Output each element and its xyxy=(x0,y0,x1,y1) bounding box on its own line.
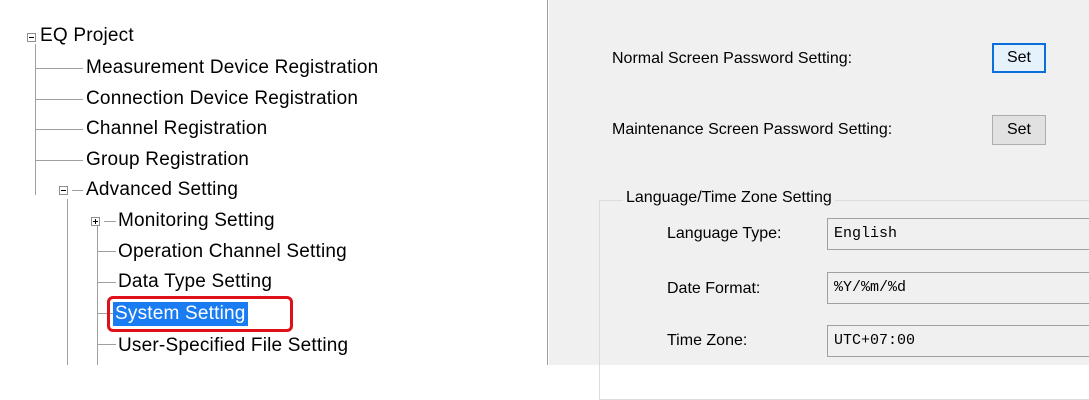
maintenance-password-set-button[interactable]: Set xyxy=(992,115,1046,145)
tree-item-advanced-setting[interactable]: Advanced Setting xyxy=(86,178,238,202)
time-zone-label: Time Zone: xyxy=(667,332,748,349)
collapse-icon[interactable] xyxy=(27,33,36,42)
tree-connector xyxy=(72,190,83,191)
language-type-field[interactable]: English xyxy=(827,218,1089,250)
tree-item-connection-device-registration[interactable]: Connection Device Registration xyxy=(86,87,358,111)
tree-item-monitoring-setting[interactable]: Monitoring Setting xyxy=(118,209,275,233)
tree-connector xyxy=(97,251,116,252)
tree-connector xyxy=(35,160,83,161)
time-zone-field[interactable]: UTC+07:00 xyxy=(827,325,1089,357)
expand-icon[interactable] xyxy=(91,217,100,226)
tree-connector xyxy=(35,99,83,100)
language-timezone-group-title: Language/Time Zone Setting xyxy=(623,188,835,208)
tree-root-eq-project[interactable]: EQ Project xyxy=(40,24,134,48)
maintenance-password-label: Maintenance Screen Password Setting: xyxy=(612,121,893,138)
system-settings-panel: Normal Screen Password Setting: Set Main… xyxy=(549,0,1089,400)
tree-item-operation-channel-setting[interactable]: Operation Channel Setting xyxy=(118,240,347,264)
project-tree: EQ Project Measurement Device Registrati… xyxy=(0,0,548,365)
tree-item-measurement-device-registration[interactable]: Measurement Device Registration xyxy=(86,56,378,80)
tree-connector xyxy=(97,282,116,283)
tree-connector xyxy=(67,199,68,365)
tree-item-data-type-setting[interactable]: Data Type Setting xyxy=(118,270,272,294)
tree-connector xyxy=(35,68,83,69)
tree-item-user-specified-file-setting[interactable]: User-Specified File Setting xyxy=(118,334,348,358)
date-format-field[interactable]: %Y/%m/%d xyxy=(827,272,1089,304)
tree-connector xyxy=(104,221,116,222)
date-format-label: Date Format: xyxy=(667,280,761,297)
language-type-label: Language Type: xyxy=(667,225,782,242)
tree-item-group-registration[interactable]: Group Registration xyxy=(86,148,249,172)
tree-connector xyxy=(35,129,83,130)
tree-connector xyxy=(97,344,116,345)
normal-password-label: Normal Screen Password Setting: xyxy=(612,50,853,67)
tree-connector xyxy=(35,44,36,195)
collapse-icon[interactable] xyxy=(59,186,68,195)
tree-item-channel-registration[interactable]: Channel Registration xyxy=(86,117,267,141)
selection-highlight-box xyxy=(107,296,293,332)
normal-password-set-button[interactable]: Set xyxy=(992,43,1046,73)
